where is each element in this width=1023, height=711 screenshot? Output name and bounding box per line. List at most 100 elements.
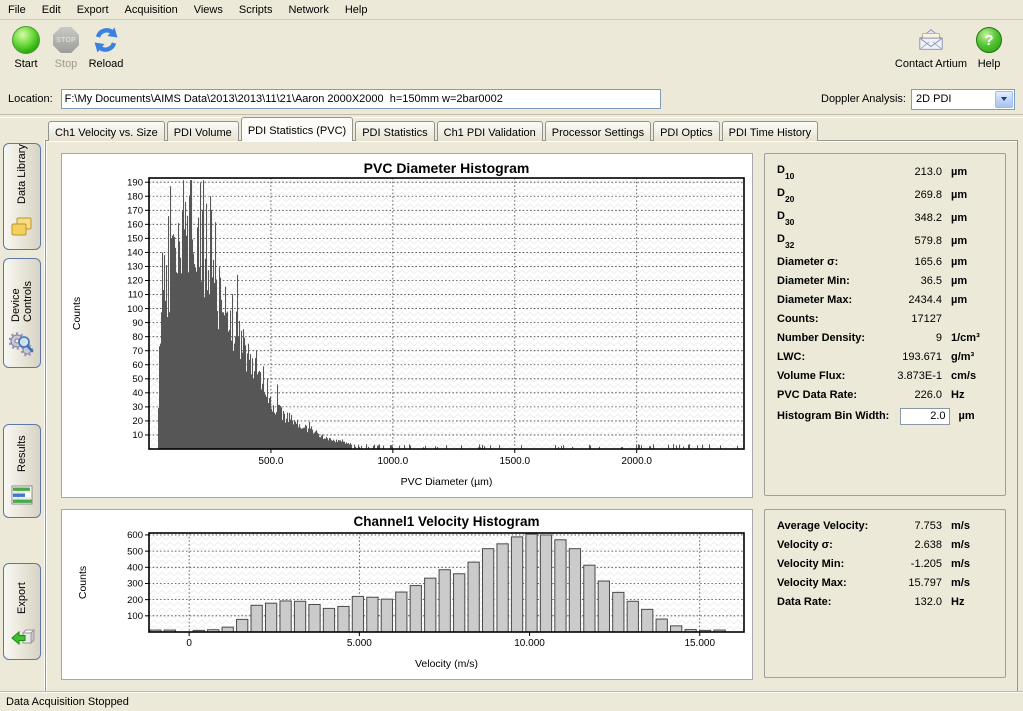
tab-pdi-time-history[interactable]: PDI Time History	[722, 121, 819, 141]
status-text: Data Acquisition Stopped	[6, 696, 129, 708]
stat-value	[889, 408, 949, 425]
stat-row: LWC:193.671g/m³	[765, 347, 1005, 366]
stat-label: D32	[777, 233, 870, 247]
svg-text:Counts: Counts	[71, 297, 83, 330]
svg-text:Velocity (m/s): Velocity (m/s)	[415, 658, 478, 670]
stat-row: Average Velocity:7.753m/s	[765, 516, 1005, 535]
stat-label: Number Density:	[777, 332, 870, 344]
stop-icon: STOP	[52, 26, 80, 54]
results-icon	[9, 482, 35, 511]
sidebar-item-data-library[interactable]: Data Library	[3, 143, 41, 250]
stat-label: Velocity Max:	[777, 577, 870, 589]
svg-text:130: 130	[127, 262, 143, 273]
stat-unit: µm	[951, 212, 997, 224]
stat-label: Velocity σ:	[777, 539, 870, 551]
stat-value: 3.873E-1	[870, 370, 942, 382]
contact-artium-button[interactable]: Contact Artium	[893, 20, 969, 84]
stop-button[interactable]: STOP Stop	[46, 20, 86, 84]
svg-text:160: 160	[127, 220, 143, 231]
stat-label: Diameter Max:	[777, 294, 870, 306]
tab-processor-settings[interactable]: Processor Settings	[545, 121, 651, 141]
velocity-histogram-chart: 10020030040050060005.00010.00015.000Chan…	[61, 509, 753, 680]
stat-unit: Hz	[951, 596, 997, 608]
sidebar-item-export[interactable]: Export	[3, 563, 41, 660]
tab-pdi-statistics[interactable]: PDI Statistics	[355, 121, 434, 141]
menu-item-views[interactable]: Views	[186, 2, 231, 18]
tab-pdi-statistics-pvc[interactable]: PDI Statistics (PVC)	[241, 117, 353, 141]
separator	[0, 114, 1023, 118]
stat-value: 36.5	[870, 275, 942, 287]
menu-item-help[interactable]: Help	[337, 2, 376, 18]
reload-button[interactable]: Reload	[86, 20, 126, 84]
start-button[interactable]: Start	[6, 20, 46, 84]
stat-label: Diameter Min:	[777, 275, 870, 287]
toolbar: Start STOP Stop Reload	[0, 20, 1023, 84]
stat-label: Histogram Bin Width:	[777, 410, 889, 422]
menu-item-edit[interactable]: Edit	[34, 2, 69, 18]
stat-label: PVC Data Rate:	[777, 389, 870, 401]
stat-unit: µm	[951, 256, 997, 268]
stat-row: D30348.2 µm	[765, 206, 1005, 229]
histogram-bin-width-input[interactable]	[900, 408, 950, 425]
doppler-analysis-select[interactable]: 2D PDI	[911, 89, 1015, 110]
tab-ch1-velocity-vs-size[interactable]: Ch1 Velocity vs. Size	[48, 121, 165, 141]
help-icon	[975, 26, 1003, 54]
data-library-icon	[9, 214, 35, 243]
stat-label: Diameter σ:	[777, 256, 870, 268]
stat-row: Counts:17127	[765, 309, 1005, 328]
stat-row: PVC Data Rate:226.0Hz	[765, 385, 1005, 404]
stat-value: 193.671	[870, 351, 942, 363]
svg-text:50: 50	[132, 374, 143, 385]
location-label: Location:	[8, 93, 53, 105]
svg-text:500: 500	[127, 546, 143, 557]
tab-bar: Ch1 Velocity vs. SizePDI VolumePDI Stati…	[48, 119, 820, 141]
stat-row: Data Rate:132.0Hz	[765, 592, 1005, 611]
reload-button-label: Reload	[89, 58, 124, 70]
svg-text:10.000: 10.000	[514, 638, 545, 649]
stat-value: 213.0	[870, 166, 942, 178]
stat-value: 2434.4	[870, 294, 942, 306]
results-tab-page: 1020304050607080901001101201301401501601…	[45, 140, 1018, 692]
status-bar: Data Acquisition Stopped	[0, 691, 1023, 711]
svg-text:PVC Diameter Histogram: PVC Diameter Histogram	[364, 160, 530, 176]
stat-row: Velocity Min:-1.205m/s	[765, 554, 1005, 573]
tab-pdi-volume[interactable]: PDI Volume	[167, 121, 239, 141]
envelope-icon	[917, 26, 945, 54]
sidebar-item-results[interactable]: Results	[3, 424, 41, 518]
stat-row: Diameter Min:36.5µm	[765, 271, 1005, 290]
tab-ch1-pdi-validation[interactable]: Ch1 PDI Validation	[437, 121, 543, 141]
stat-value: 9	[870, 332, 942, 344]
svg-text:200: 200	[127, 595, 143, 606]
tab-pdi-optics[interactable]: PDI Optics	[653, 121, 720, 141]
svg-text:40: 40	[132, 388, 143, 399]
stat-value: -1.205	[870, 558, 942, 570]
stat-value: 579.8	[870, 235, 942, 247]
svg-text:180: 180	[127, 191, 143, 202]
stat-label: LWC:	[777, 351, 870, 363]
help-button[interactable]: Help	[969, 20, 1009, 84]
stat-label: D30	[777, 210, 870, 224]
start-button-label: Start	[14, 58, 37, 70]
menu-item-acquisition[interactable]: Acquisition	[117, 2, 186, 18]
stat-row: D10213.0µm	[765, 160, 1005, 183]
svg-text:Counts: Counts	[77, 566, 89, 599]
dropdown-button[interactable]	[995, 91, 1013, 108]
export-icon	[9, 624, 35, 653]
stat-label: Counts:	[777, 313, 870, 325]
stat-label: D20	[777, 187, 870, 201]
menu-item-network[interactable]: Network	[280, 2, 336, 18]
doppler-analysis-label: Doppler Analysis:	[821, 93, 906, 105]
stat-unit: m/s	[951, 520, 997, 532]
svg-text:100: 100	[127, 304, 143, 315]
stat-value: 348.2	[870, 212, 942, 224]
sidebar-item-device-controls[interactable]: Device Controls	[3, 258, 41, 368]
doppler-analysis-value: 2D PDI	[912, 93, 995, 105]
pvc-diameter-histogram-chart: 1020304050607080901001101201301401501601…	[61, 153, 753, 498]
menu-item-scripts[interactable]: Scripts	[231, 2, 281, 18]
stat-unit: µm	[959, 410, 997, 422]
menu-item-export[interactable]: Export	[69, 2, 117, 18]
stat-row: Diameter σ:165.6µm	[765, 252, 1005, 271]
location-input[interactable]	[61, 89, 661, 109]
menu-bar: FileEditExportAcquisitionViewsScriptsNet…	[0, 0, 1023, 20]
menu-item-file[interactable]: File	[0, 2, 34, 18]
